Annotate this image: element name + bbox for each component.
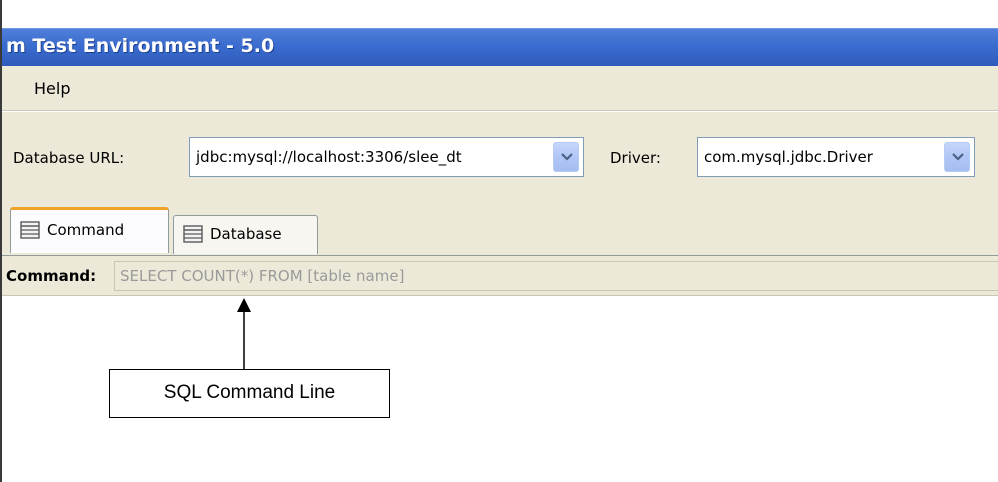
database-url-dropdown-button[interactable] [553,142,579,172]
table-icon [183,225,203,243]
window-title: m Test Environment - 5.0 [6,35,275,57]
callout-arrow-icon [237,298,251,370]
database-url-label: Database URL: [13,149,125,167]
title-bar[interactable]: m Test Environment - 5.0 [2,28,998,66]
tab-command[interactable]: Command [10,207,169,253]
command-input[interactable] [114,261,998,291]
driver-combo[interactable]: com.mysql.jdbc.Driver [697,137,975,177]
database-url-value: jdbc:mysql://localhost:3306/slee_dt [196,148,462,166]
command-label: Command: [6,267,97,285]
tab-command-label: Command [47,221,125,239]
connection-toolbar: Database URL: jdbc:mysql://localhost:330… [2,112,998,207]
command-row: Command: [2,255,998,295]
chevron-down-icon [561,153,573,161]
tab-database-label: Database [210,225,282,243]
driver-label: Driver: [610,149,661,167]
driver-value: com.mysql.jdbc.Driver [704,148,873,166]
chevron-down-icon [952,153,964,161]
tab-database[interactable]: Database [173,215,318,254]
menu-item-help[interactable]: Help [34,79,70,98]
tab-strip: Command Database [2,207,998,255]
top-strip [2,0,998,28]
menu-bar: Help [2,66,998,111]
app-window: m Test Environment - 5.0 Help Database U… [0,0,998,482]
table-icon [20,221,40,239]
annotation-text: SQL Command Line [163,382,336,403]
annotation-callout: SQL Command Line [109,369,390,418]
database-url-combo[interactable]: jdbc:mysql://localhost:3306/slee_dt [189,137,584,177]
driver-dropdown-button[interactable] [944,142,970,172]
